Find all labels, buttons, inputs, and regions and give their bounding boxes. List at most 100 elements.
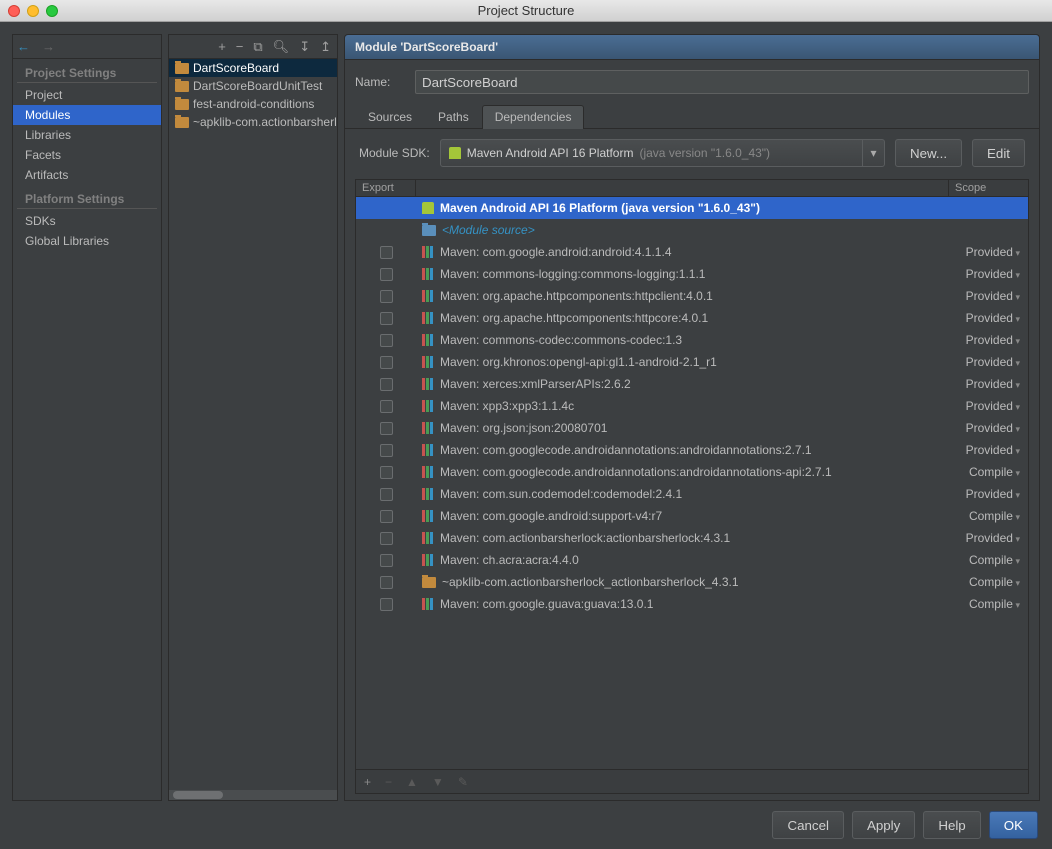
dep-scope-cell[interactable]: Compile	[948, 465, 1028, 479]
dep-row[interactable]: Maven: commons-codec:commons-codec:1.3Pr…	[356, 329, 1028, 351]
dep-scope-cell[interactable]: Provided	[948, 421, 1028, 435]
dep-row[interactable]: Maven: org.json:json:20080701Provided	[356, 417, 1028, 439]
dep-scope-cell[interactable]: Provided	[948, 333, 1028, 347]
scope-dropdown[interactable]: Compile	[969, 575, 1020, 589]
dep-edit-icon[interactable]: ✎	[458, 775, 468, 789]
dep-down-icon[interactable]: ▼	[432, 775, 444, 789]
dep-row[interactable]: Maven: org.apache.httpcomponents:httpcli…	[356, 285, 1028, 307]
module-row[interactable]: DartScoreBoardUnitTest	[169, 77, 337, 95]
dep-scope-cell[interactable]: Provided	[948, 443, 1028, 457]
dep-row[interactable]: Maven: com.googlecode.androidannotations…	[356, 461, 1028, 483]
edit-sdk-button[interactable]: Edit	[972, 139, 1025, 167]
dep-row[interactable]: Maven: com.actionbarsherlock:actionbarsh…	[356, 527, 1028, 549]
export-checkbox[interactable]	[380, 598, 393, 611]
export-checkbox[interactable]	[380, 246, 393, 259]
back-icon[interactable]: ←	[17, 39, 30, 54]
expand-icon[interactable]: ↧	[299, 39, 310, 55]
scope-dropdown[interactable]: Provided	[966, 421, 1020, 435]
export-checkbox[interactable]	[380, 312, 393, 325]
scope-dropdown[interactable]: Provided	[966, 377, 1020, 391]
dep-row[interactable]: Maven: ch.acra:acra:4.4.0Compile	[356, 549, 1028, 571]
scope-dropdown[interactable]: Provided	[966, 267, 1020, 281]
export-checkbox[interactable]	[380, 532, 393, 545]
scope-dropdown[interactable]: Provided	[966, 399, 1020, 413]
chevron-down-icon[interactable]: ▾	[862, 140, 884, 166]
module-name-field[interactable]	[415, 70, 1029, 94]
dep-scope-cell[interactable]: Provided	[948, 289, 1028, 303]
export-checkbox[interactable]	[380, 422, 393, 435]
scope-dropdown[interactable]: Provided	[966, 531, 1020, 545]
dep-row[interactable]: Maven: xpp3:xpp3:1.1.4cProvided	[356, 395, 1028, 417]
export-checkbox[interactable]	[380, 400, 393, 413]
dep-scope-cell[interactable]: Compile	[948, 553, 1028, 567]
scope-dropdown[interactable]: Provided	[966, 355, 1020, 369]
module-scrollbar[interactable]	[169, 790, 337, 800]
dep-scope-cell[interactable]: Provided	[948, 399, 1028, 413]
export-checkbox[interactable]	[380, 268, 393, 281]
scope-dropdown[interactable]: Provided	[966, 289, 1020, 303]
dep-row[interactable]: Maven: org.apache.httpcomponents:httpcor…	[356, 307, 1028, 329]
dep-row[interactable]: Maven: com.google.android:android:4.1.1.…	[356, 241, 1028, 263]
dep-scope-cell[interactable]: Provided	[948, 245, 1028, 259]
dep-up-icon[interactable]: ▲	[406, 775, 418, 789]
add-icon[interactable]: +	[218, 39, 226, 54]
tab-sources[interactable]: Sources	[355, 105, 425, 129]
apply-button[interactable]: Apply	[852, 811, 915, 839]
scope-dropdown[interactable]: Compile	[969, 597, 1020, 611]
dep-scope-cell[interactable]: Compile	[948, 575, 1028, 589]
tab-paths[interactable]: Paths	[425, 105, 482, 129]
new-sdk-button[interactable]: New...	[895, 139, 962, 167]
dep-row[interactable]: Maven Android API 16 Platform (java vers…	[356, 197, 1028, 219]
export-checkbox[interactable]	[380, 356, 393, 369]
export-checkbox[interactable]	[380, 510, 393, 523]
forward-icon[interactable]: →	[42, 39, 55, 54]
dep-remove-icon[interactable]: −	[385, 775, 392, 789]
ok-button[interactable]: OK	[989, 811, 1038, 839]
remove-icon[interactable]: −	[236, 39, 244, 54]
dep-row[interactable]: <Module source>	[356, 219, 1028, 241]
help-button[interactable]: Help	[923, 811, 980, 839]
dep-row[interactable]: Maven: org.khronos:opengl-api:gl1.1-andr…	[356, 351, 1028, 373]
module-row[interactable]: fest-android-conditions	[169, 95, 337, 113]
cancel-button[interactable]: Cancel	[772, 811, 844, 839]
nav-item-global-libraries[interactable]: Global Libraries	[13, 231, 161, 251]
dep-add-icon[interactable]: +	[364, 775, 371, 789]
scope-dropdown[interactable]: Provided	[966, 487, 1020, 501]
export-checkbox[interactable]	[380, 290, 393, 303]
scope-dropdown[interactable]: Compile	[969, 509, 1020, 523]
module-row[interactable]: DartScoreBoard	[169, 59, 337, 77]
dep-scope-cell[interactable]: Provided	[948, 377, 1028, 391]
dep-row[interactable]: Maven: com.sun.codemodel:codemodel:2.4.1…	[356, 483, 1028, 505]
nav-item-project[interactable]: Project	[13, 85, 161, 105]
dep-scope-cell[interactable]: Provided	[948, 267, 1028, 281]
col-scope[interactable]: Scope	[948, 180, 1028, 196]
export-checkbox[interactable]	[380, 576, 393, 589]
export-checkbox[interactable]	[380, 334, 393, 347]
scope-dropdown[interactable]: Provided	[966, 443, 1020, 457]
nav-item-facets[interactable]: Facets	[13, 145, 161, 165]
export-checkbox[interactable]	[380, 554, 393, 567]
module-row[interactable]: ~apklib-com.actionbarsherlock_actionbars…	[169, 113, 337, 131]
dep-scope-cell[interactable]: Compile	[948, 509, 1028, 523]
scope-dropdown[interactable]: Provided	[966, 333, 1020, 347]
export-checkbox[interactable]	[380, 466, 393, 479]
scope-dropdown[interactable]: Compile	[969, 465, 1020, 479]
dep-row[interactable]: Maven: xerces:xmlParserAPIs:2.6.2Provide…	[356, 373, 1028, 395]
dep-row[interactable]: Maven: commons-logging:commons-logging:1…	[356, 263, 1028, 285]
export-checkbox[interactable]	[380, 444, 393, 457]
dep-row[interactable]: ~apklib-com.actionbarsherlock_actionbars…	[356, 571, 1028, 593]
dep-row[interactable]: Maven: com.googlecode.androidannotations…	[356, 439, 1028, 461]
scope-dropdown[interactable]: Provided	[966, 311, 1020, 325]
dep-scope-cell[interactable]: Provided	[948, 311, 1028, 325]
collapse-icon[interactable]: ↥	[320, 39, 331, 55]
dep-scope-cell[interactable]: Compile	[948, 597, 1028, 611]
sdk-dropdown[interactable]: Maven Android API 16 Platform (java vers…	[440, 139, 885, 167]
export-checkbox[interactable]	[380, 378, 393, 391]
dep-scope-cell[interactable]: Provided	[948, 487, 1028, 501]
scope-dropdown[interactable]: Compile	[969, 553, 1020, 567]
copy-icon[interactable]: ⧉	[253, 39, 262, 55]
dep-row[interactable]: Maven: com.google.guava:guava:13.0.1Comp…	[356, 593, 1028, 615]
dep-row[interactable]: Maven: com.google.android:support-v4:r7C…	[356, 505, 1028, 527]
nav-item-modules[interactable]: Modules	[13, 105, 161, 125]
module-list[interactable]: DartScoreBoardDartScoreBoardUnitTestfest…	[169, 59, 337, 790]
